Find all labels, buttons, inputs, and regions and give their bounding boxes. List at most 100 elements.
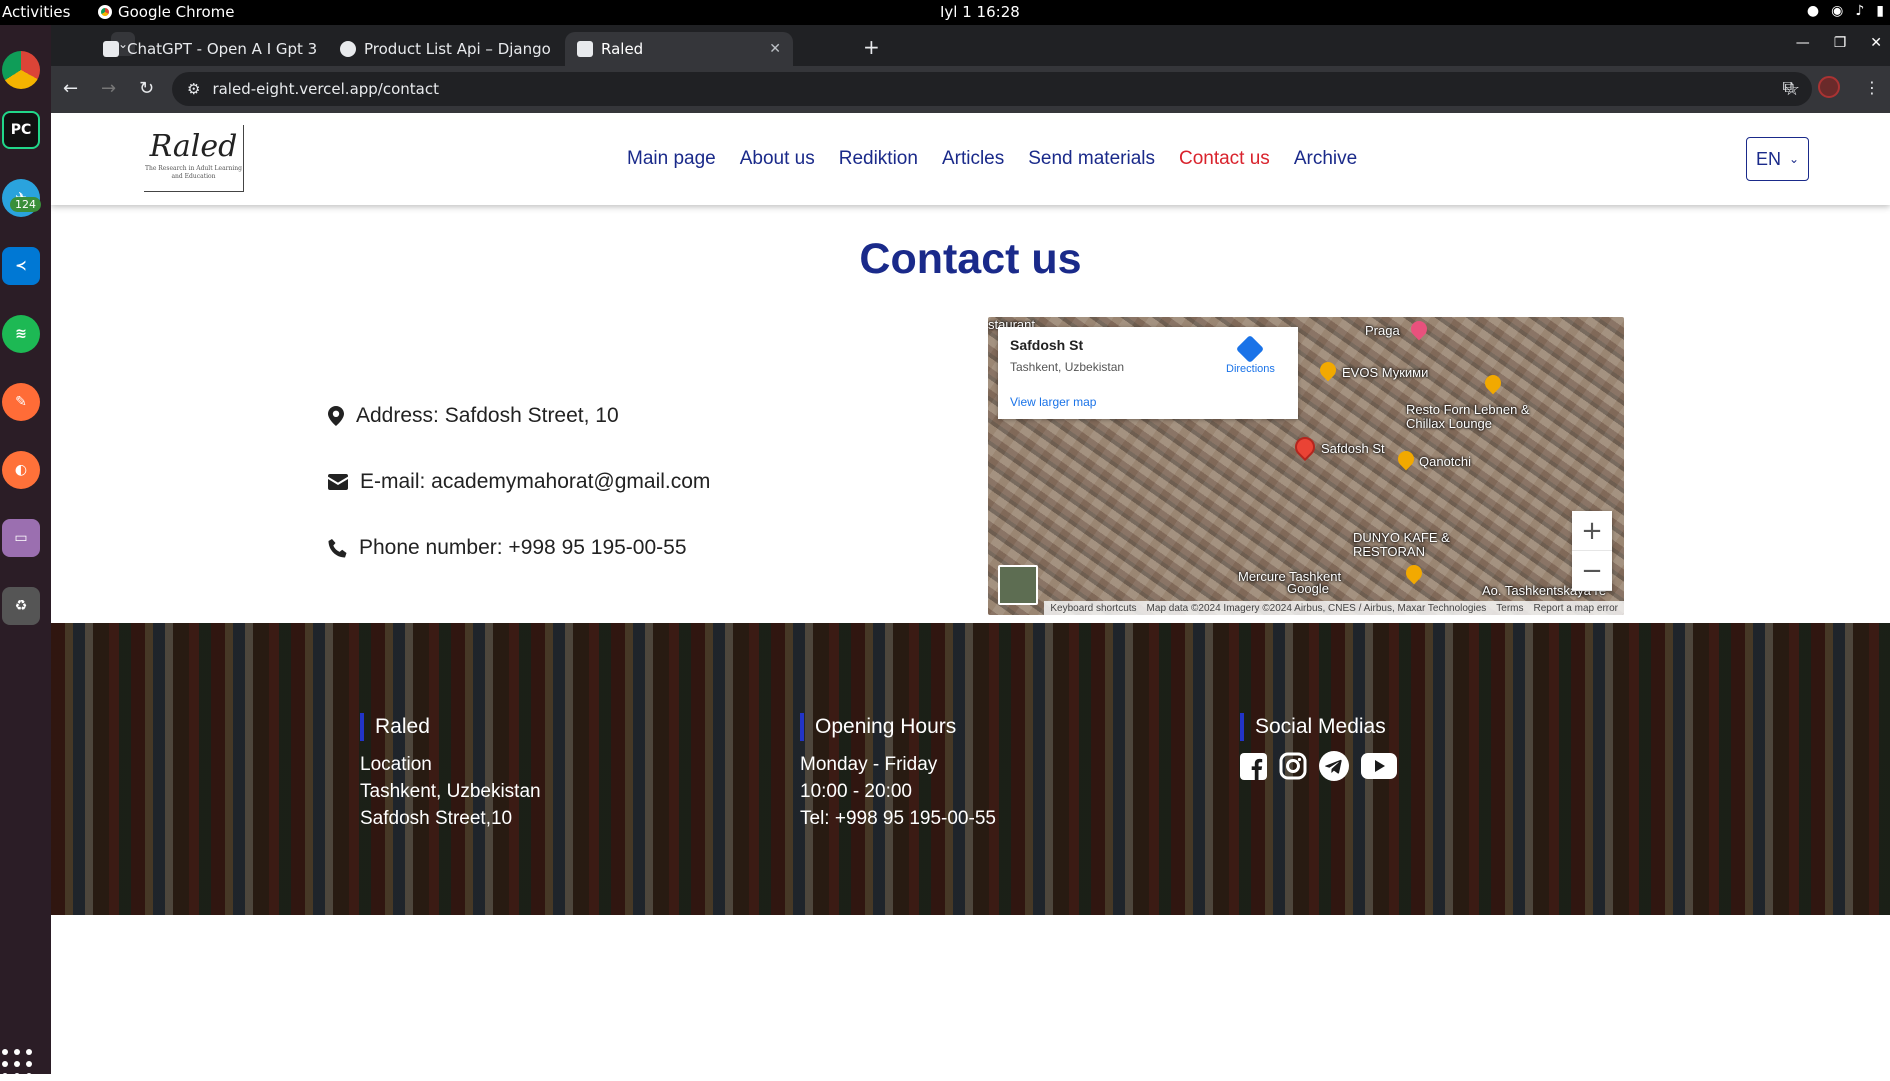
tab-raled[interactable]: Raled ✕ — [565, 32, 793, 66]
extensions-icon[interactable]: ⧉ — [1783, 77, 1794, 97]
battery-icon[interactable]: ▮ — [1876, 3, 1884, 19]
files-icon[interactable]: ▭ — [2, 519, 40, 557]
close-window-icon[interactable]: ✕ — [1870, 35, 1882, 51]
clock[interactable]: Iyl 1 16:28 — [940, 3, 1020, 21]
system-tray[interactable]: ● ◉ ♪ ▮ — [1807, 3, 1884, 19]
hotel-pin-icon[interactable] — [1407, 317, 1431, 341]
chevron-down-icon: ⌄ — [1788, 152, 1800, 166]
toolbar-actions: ⧉ ⋮ — [1783, 76, 1890, 98]
google-logo: Google — [1287, 581, 1329, 596]
map-label-dunyo[interactable]: DUNYO KAFE & RESTORAN — [1353, 531, 1463, 559]
postman-icon[interactable]: ✎ — [2, 383, 40, 421]
spotify-icon[interactable]: ≋ — [2, 315, 40, 353]
wifi-icon[interactable]: ◉ — [1831, 3, 1843, 19]
tab-title: ChatGPT - Open A I Gpt 3 — [127, 40, 318, 58]
directions-label: Directions — [1226, 363, 1275, 375]
back-icon[interactable]: ← — [63, 78, 78, 99]
maximize-icon[interactable]: ❐ — [1834, 35, 1847, 51]
nav-articles[interactable]: Articles — [942, 148, 1004, 170]
footer-line: 10:00 - 20:00 — [800, 781, 912, 802]
firefox-icon[interactable]: ◐ — [2, 451, 40, 489]
activities-button[interactable]: Activities — [2, 3, 70, 21]
email-row: E-mail: academymahorat@gmail.com — [328, 449, 710, 515]
trash-icon[interactable]: ♻ — [2, 587, 40, 625]
map-label-safdosh[interactable]: Safdosh St — [1321, 441, 1385, 456]
nav-rediktion[interactable]: Rediktion — [839, 148, 918, 170]
directions-button[interactable]: Directions — [1226, 334, 1275, 375]
facebook-icon[interactable] — [1240, 752, 1267, 780]
zoom-out-button[interactable]: − — [1572, 551, 1612, 591]
location-pin-icon[interactable] — [1290, 432, 1320, 462]
view-larger-map-link[interactable]: View larger map — [1010, 395, 1096, 409]
zoom-in-button[interactable]: + — [1572, 511, 1612, 551]
restaurant-pin-icon[interactable] — [1316, 358, 1340, 382]
restaurant-pin-icon[interactable] — [1481, 371, 1505, 395]
volume-icon[interactable]: ♪ — [1855, 3, 1864, 19]
tab-chatgpt[interactable]: ChatGPT - Open A I Gpt 3 ✕ — [91, 32, 319, 66]
map-label-evos[interactable]: EVOS Мукими — [1342, 365, 1428, 380]
chrome-dock-icon[interactable] — [2, 51, 40, 89]
main-nav: Main page About us Rediktion Articles Se… — [627, 148, 1357, 170]
logo-tagline: The Research in Adult Learning and Educa… — [144, 165, 243, 180]
nav-about-us[interactable]: About us — [740, 148, 815, 170]
new-tab-icon[interactable]: + — [863, 35, 880, 59]
forward-icon[interactable]: → — [101, 78, 116, 99]
notification-icon[interactable]: ● — [1807, 3, 1819, 19]
os-top-bar: Activities Google Chrome Iyl 1 16:28 ● ◉… — [0, 0, 1890, 25]
phone-row: Phone number: +998 95 195-00-55 — [328, 515, 710, 581]
address-row: Address: Safdosh Street, 10 — [328, 383, 710, 449]
menu-icon[interactable]: ⋮ — [1864, 78, 1880, 97]
site-logo[interactable]: Raled The Research in Adult Learning and… — [144, 125, 244, 192]
show-apps-icon[interactable] — [2, 1049, 34, 1081]
tab-strip: ⌄ ChatGPT - Open A I Gpt 3 ✕ Product Lis… — [51, 25, 1890, 66]
pycharm-icon[interactable]: PC — [2, 111, 40, 149]
url-text[interactable]: raled-eight.vercel.app/contact — [212, 80, 439, 98]
telegram-icon[interactable] — [1319, 751, 1349, 781]
instagram-icon[interactable] — [1279, 752, 1307, 780]
profile-avatar[interactable] — [1818, 76, 1840, 98]
terms-link[interactable]: Terms — [1496, 603, 1523, 614]
restaurant-pin-icon[interactable] — [1402, 561, 1426, 585]
map-type-toggle[interactable] — [998, 565, 1038, 605]
map-place-address: Tashkent, Uzbekistan — [1010, 360, 1125, 374]
nav-main-page[interactable]: Main page — [627, 148, 716, 170]
address-bar[interactable]: ⚙ raled-eight.vercel.app/contact ☆ — [172, 72, 1812, 106]
vscode-icon[interactable]: ≺ — [2, 247, 40, 285]
map-data-text: Map data ©2024 Imagery ©2024 Airbus, CNE… — [1146, 602, 1487, 614]
footer-hours: Opening Hours Monday - Friday 10:00 - 20… — [800, 713, 996, 832]
location-pin-icon — [328, 406, 344, 426]
reload-icon[interactable]: ↻ — [139, 78, 154, 99]
footer-line: Safdosh Street,10 — [360, 808, 513, 829]
email-text[interactable]: E-mail: academymahorat@gmail.com — [360, 470, 710, 494]
restaurant-pin-icon[interactable] — [1394, 447, 1418, 471]
nav-contact-us[interactable]: Contact us — [1179, 148, 1270, 170]
app-menu[interactable]: Google Chrome — [98, 3, 235, 21]
site-footer: Raled Location Tashkent, Uzbekistan Safd… — [51, 623, 1890, 915]
raled-favicon-icon — [577, 41, 593, 57]
nav-archive[interactable]: Archive — [1294, 148, 1357, 170]
web-page: Raled The Research in Adult Learning and… — [51, 113, 1890, 1074]
report-error-link[interactable]: Report a map error — [1534, 603, 1618, 614]
footer-about: Raled Location Tashkent, Uzbekistan Safd… — [360, 713, 541, 832]
address-text: Address: Safdosh Street, 10 — [356, 404, 619, 427]
embedded-map[interactable]: staurant Praga EVOS Мукими Resto Forn Le… — [988, 317, 1624, 615]
map-label-praga[interactable]: Praga — [1365, 323, 1400, 338]
map-label-qanotchi[interactable]: Qanotchi — [1419, 454, 1471, 469]
language-value: EN — [1755, 148, 1781, 169]
site-info-icon[interactable]: ⚙ — [187, 80, 200, 98]
envelope-icon — [328, 474, 348, 490]
tab-title: Product List Api – Django — [364, 40, 551, 58]
browser-toolbar: ← → ↻ ⚙ raled-eight.vercel.app/contact ☆… — [51, 66, 1890, 113]
youtube-icon[interactable] — [1361, 753, 1397, 779]
phone-text[interactable]: Phone number: +998 95 195-00-55 — [359, 536, 687, 560]
tab-product-list[interactable]: Product List Api – Django ✕ — [328, 32, 556, 66]
footer-col-title: Social Medias — [1240, 713, 1397, 741]
map-label-resto[interactable]: Resto Forn Lebnen & Chillax Lounge — [1406, 403, 1536, 431]
close-tab-icon[interactable]: ✕ — [769, 41, 781, 57]
nav-send-materials[interactable]: Send materials — [1028, 148, 1155, 170]
minimize-icon[interactable]: — — [1796, 35, 1810, 51]
footer-col-title: Opening Hours — [800, 713, 996, 741]
language-select[interactable]: EN ⌄ — [1746, 137, 1809, 181]
keyboard-shortcuts-link[interactable]: Keyboard shortcuts — [1050, 603, 1136, 614]
app-name: Google Chrome — [118, 3, 235, 21]
